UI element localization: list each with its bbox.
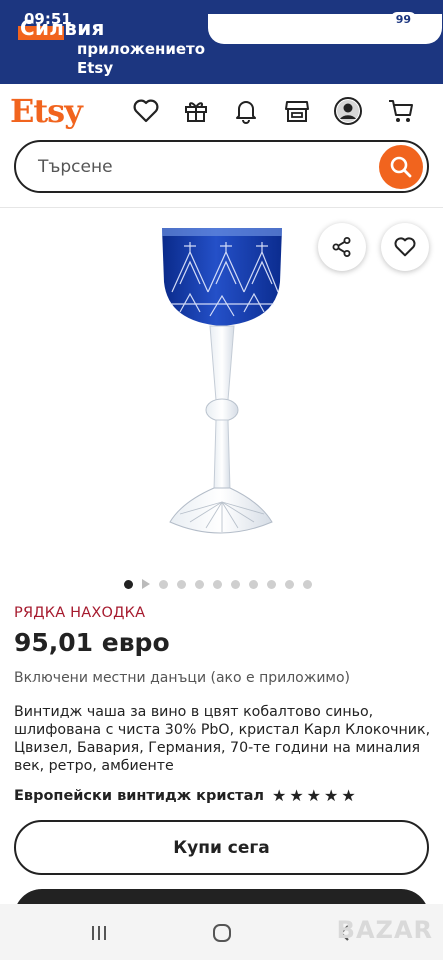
share-button[interactable] xyxy=(318,223,366,271)
search-input[interactable]: Търсене xyxy=(38,157,113,177)
carousel-dot[interactable] xyxy=(177,579,186,589)
carousel-dot[interactable] xyxy=(159,579,168,589)
top-header: Etsy xyxy=(0,84,443,140)
share-icon xyxy=(332,237,351,257)
buy-now-button[interactable]: Купи сега xyxy=(14,820,429,875)
carousel-dot[interactable] xyxy=(249,579,258,589)
watermark: BAZAR xyxy=(336,916,433,944)
search-bar[interactable]: Търсене xyxy=(14,140,429,193)
promo-line-2: приложението xyxy=(77,40,206,58)
heart-icon xyxy=(394,237,416,257)
system-nav-bar: BAZAR xyxy=(0,904,443,960)
recent-apps-icon xyxy=(92,926,106,940)
star-icon: ★ xyxy=(324,786,339,805)
carousel-dot[interactable] xyxy=(285,579,294,589)
product-title: Винтидж чаша за вино в цвят кобалтово си… xyxy=(14,704,431,774)
carousel-dots[interactable] xyxy=(124,579,312,589)
star-icon: ★ xyxy=(341,786,356,805)
shop-name[interactable]: Европейски винтидж кристал xyxy=(14,788,264,804)
signal-icon xyxy=(371,13,384,26)
carousel-dot[interactable] xyxy=(303,579,312,589)
tax-note: Включени местни данъци (ако е приложимо) xyxy=(14,670,351,686)
favorite-button[interactable] xyxy=(381,223,429,271)
recent-apps-button[interactable] xyxy=(84,918,114,948)
gift-icon[interactable] xyxy=(181,96,211,126)
product-price: 95,01 евро xyxy=(14,628,170,657)
cart-icon[interactable] xyxy=(386,96,416,126)
rare-find-badge: РЯДКА НАХОДКА xyxy=(14,605,146,621)
video-play-icon[interactable] xyxy=(142,579,150,589)
carousel-dot[interactable] xyxy=(231,579,240,589)
star-icon: ★ xyxy=(306,786,322,805)
wifi-icon xyxy=(350,13,366,25)
star-icon: ★ xyxy=(271,786,287,805)
app-promo-banner[interactable]: Силвия 09:51 приложението Etsy 99 xyxy=(0,0,443,84)
home-icon xyxy=(213,924,231,942)
star-icon: ★ xyxy=(289,786,304,805)
promo-line-3: Etsy xyxy=(77,59,114,77)
status-time: 09:51 xyxy=(24,10,72,28)
shop-icon[interactable] xyxy=(282,96,312,126)
shop-rating-row[interactable]: Европейски винтидж кристал ★ ★ ★ ★ ★ xyxy=(14,786,356,805)
rating-stars: ★ ★ ★ ★ ★ xyxy=(272,786,356,805)
carousel-dot[interactable] xyxy=(124,579,133,589)
product-image[interactable] xyxy=(110,222,330,562)
etsy-logo[interactable]: Etsy xyxy=(10,92,83,130)
bell-icon[interactable] xyxy=(231,96,261,126)
home-button[interactable] xyxy=(207,918,237,948)
favorites-heart-icon[interactable] xyxy=(131,96,161,126)
carousel-dot[interactable] xyxy=(267,579,276,589)
account-icon[interactable] xyxy=(333,96,363,126)
system-status-icons: 99 xyxy=(350,12,417,27)
header-divider xyxy=(0,207,443,208)
search-icon xyxy=(390,156,412,178)
carousel-dot[interactable] xyxy=(195,579,204,589)
battery-badge: 99 xyxy=(389,12,417,27)
carousel-dot[interactable] xyxy=(213,579,222,589)
search-button[interactable] xyxy=(379,145,423,189)
